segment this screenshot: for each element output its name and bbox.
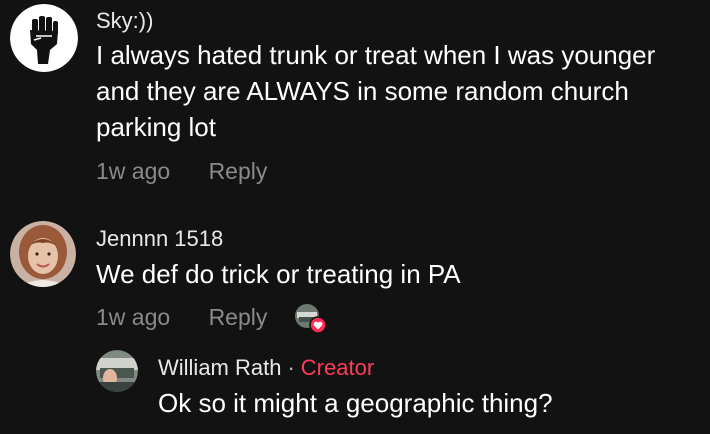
raised-fist-icon (10, 4, 78, 72)
reply-text-line: Ok so it might a geographic thing? (158, 388, 553, 418)
reply-text: Ok so it might a geographic thing? (158, 385, 698, 421)
avatar[interactable] (10, 221, 76, 287)
comment-text: I always hated trunk or treat when I was… (96, 37, 706, 145)
reply-username-row: William Rath · Creator (158, 355, 374, 381)
reply-button[interactable]: Reply (209, 158, 268, 185)
comment-text-line: parking lot (96, 112, 216, 142)
comment-username[interactable]: Sky:)) (96, 8, 153, 34)
comment-text-line: and they are ALWAYS in some random churc… (96, 76, 629, 106)
comment-timestamp: 1w ago (96, 304, 171, 330)
creator-badge: Creator (300, 355, 375, 380)
separator-dot: · (287, 355, 295, 380)
reply-username[interactable]: William Rath (158, 355, 281, 380)
profile-photo-icon (96, 350, 138, 392)
comment-text: We def do trick or treating in PA (96, 256, 706, 292)
comment-username[interactable]: Jennnn 1518 (96, 226, 223, 252)
comment-text-line: We def do trick or treating in PA (96, 259, 461, 289)
comment-timestamp: 1w ago (96, 158, 171, 184)
comment-text-line: I always hated trunk or treat when I was… (96, 40, 656, 70)
creator-liked-badge (294, 303, 328, 335)
avatar[interactable] (10, 4, 78, 72)
creator-avatar-icon (295, 304, 327, 334)
comment-meta: 1w ago Reply (96, 158, 267, 185)
reply-button[interactable]: Reply (209, 304, 268, 331)
avatar[interactable] (96, 350, 138, 392)
comment-meta: 1w ago Reply (96, 304, 267, 331)
profile-photo-icon (10, 221, 76, 287)
heart-icon (313, 321, 323, 330)
